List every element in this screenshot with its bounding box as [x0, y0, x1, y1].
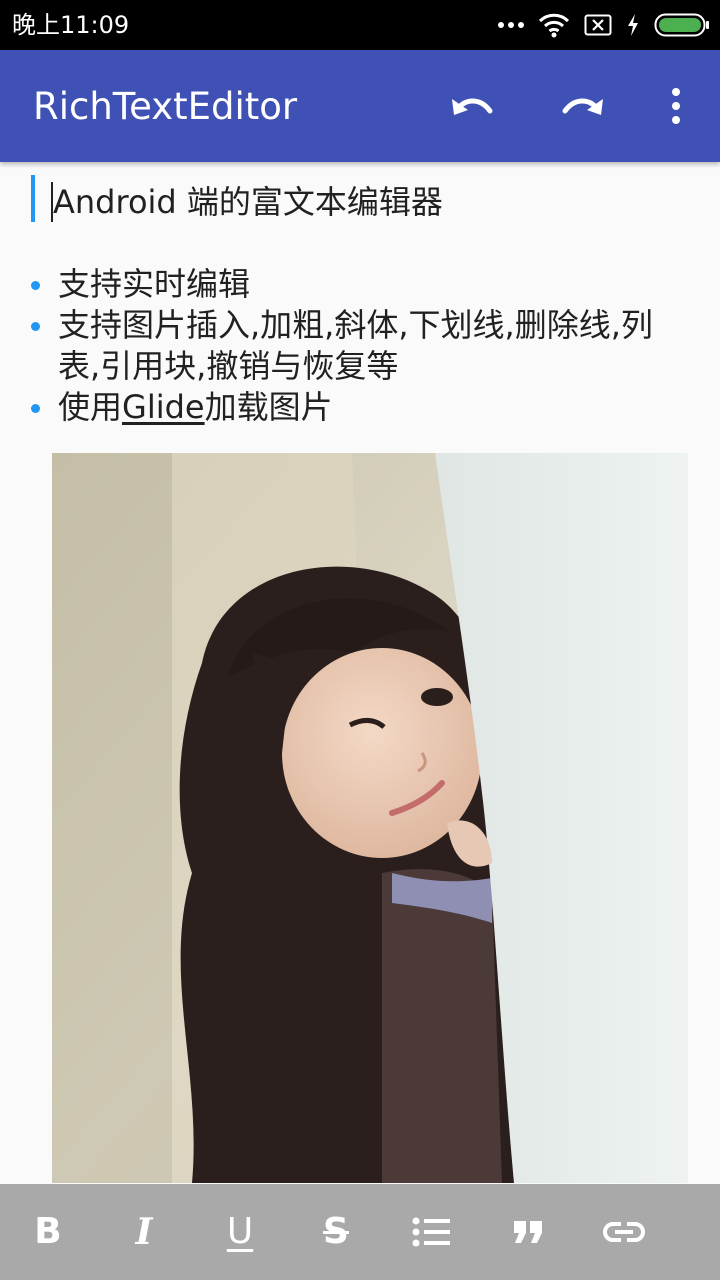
link-icon	[603, 1222, 645, 1242]
bold-button[interactable]: B	[20, 1204, 76, 1260]
status-time: 晚上11:09	[12, 11, 130, 39]
quote-text[interactable]: Android 端的富文本编辑器	[53, 180, 443, 224]
underline-button[interactable]: U	[212, 1204, 268, 1260]
wifi-icon	[538, 12, 570, 38]
bullet-dot	[31, 322, 40, 331]
list-item-text-before: 使用	[58, 388, 123, 426]
charging-icon	[626, 13, 640, 37]
redo-button[interactable]	[555, 78, 611, 134]
bullet-dot	[31, 281, 40, 290]
undo-button[interactable]	[444, 78, 500, 134]
format-toolbar: B I U S	[0, 1184, 720, 1280]
italic-icon: I	[135, 1211, 153, 1253]
battery-icon	[654, 13, 710, 37]
strikethrough-button[interactable]: S	[308, 1204, 364, 1260]
underline-icon: U	[226, 1211, 254, 1252]
inserted-image[interactable]	[52, 453, 688, 1183]
more-dots-icon	[498, 21, 524, 29]
italic-button[interactable]: I	[116, 1204, 172, 1260]
bold-icon: B	[34, 1211, 62, 1252]
quote-button[interactable]	[500, 1204, 556, 1260]
girl-photo	[52, 453, 688, 1183]
strikethrough-icon: S	[323, 1211, 349, 1252]
bulleted-list-button[interactable]	[404, 1204, 460, 1260]
list-item-text: 支持图片插入,加粗,斜体,下划线,删除线,列表,引用块,撤销与恢复等	[58, 306, 653, 385]
list-item[interactable]: 支持实时编辑	[0, 264, 720, 305]
bullet-dot	[31, 404, 40, 413]
link-button[interactable]	[596, 1204, 652, 1260]
list-item-text-after: 加载图片	[204, 388, 333, 426]
undo-icon	[452, 98, 493, 115]
bulleted-list-icon	[412, 1217, 450, 1247]
list-item[interactable]: 使用Glide加载图片	[0, 387, 720, 428]
app-bar: RichTextEditor	[0, 50, 720, 162]
list-item[interactable]: 支持图片插入,加粗,斜体,下划线,删除线,列表,引用块,撤销与恢复等	[0, 305, 720, 387]
app-title: RichTextEditor	[33, 85, 298, 128]
quote-icon	[514, 1221, 542, 1243]
quote-block-bar	[31, 175, 35, 222]
redo-icon	[562, 98, 603, 115]
sim-disabled-icon	[584, 14, 612, 36]
bullet-list: 支持实时编辑 支持图片插入,加粗,斜体,下划线,删除线,列表,引用块,撤销与恢复…	[0, 264, 720, 428]
overflow-menu-icon	[672, 88, 680, 124]
status-icons	[498, 9, 710, 41]
underlined-text: Glide	[122, 388, 205, 426]
overflow-menu-button[interactable]	[648, 78, 704, 134]
rich-text-editor[interactable]: Android 端的富文本编辑器 支持实时编辑 支持图片插入,加粗,斜体,下划线…	[0, 162, 720, 1184]
list-item-text: 支持实时编辑	[58, 265, 251, 303]
status-bar: 晚上11:09	[0, 0, 720, 50]
